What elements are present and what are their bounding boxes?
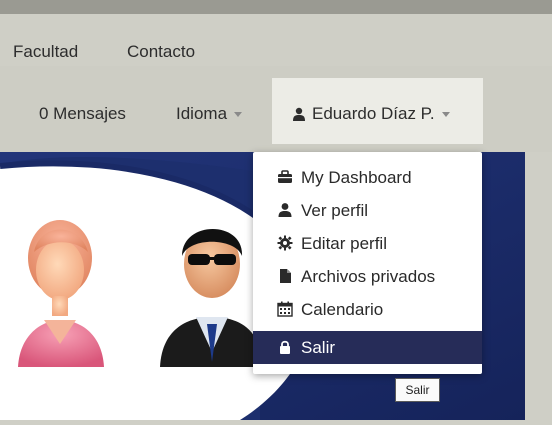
user-name: Eduardo Díaz P. <box>312 104 435 123</box>
menu-item-calendario[interactable]: Calendario <box>253 293 482 326</box>
menu-item-label: My Dashboard <box>301 168 412 187</box>
menu-item-label: Salir <box>301 338 336 357</box>
nav-link-facultad[interactable]: Facultad <box>13 42 78 62</box>
chevron-down-icon <box>441 112 450 118</box>
user-menu-toggle[interactable]: Eduardo Díaz P. <box>272 78 483 144</box>
file-icon <box>280 269 291 283</box>
chevron-down-icon <box>234 112 243 118</box>
cog-icon <box>277 235 293 251</box>
user-icon <box>278 203 292 217</box>
menu-item-label: Ver perfil <box>301 201 369 220</box>
menu-item-dashboard[interactable]: My Dashboard <box>253 161 482 194</box>
language-dropdown[interactable]: Idioma <box>176 104 243 124</box>
user-icon <box>293 107 305 121</box>
tooltip: Salir <box>395 378 440 402</box>
menu-item-editar-perfil[interactable]: Editar perfil <box>253 227 482 260</box>
menu-item-label: Calendario <box>301 300 384 319</box>
messages-link[interactable]: 0 Mensajes <box>39 104 126 124</box>
menu-item-label: Editar perfil <box>301 234 387 253</box>
calendar-icon <box>277 301 293 317</box>
nav-link-contacto[interactable]: Contacto <box>127 42 195 62</box>
language-label: Idioma <box>176 104 228 123</box>
top-strip <box>0 0 552 14</box>
primary-nav: Facultad Contacto <box>0 14 552 66</box>
lock-icon <box>280 340 290 354</box>
menu-item-salir[interactable]: Salir <box>253 331 482 364</box>
menu-item-archivos-privados[interactable]: Archivos privados <box>253 260 482 293</box>
briefcase-icon <box>278 170 292 183</box>
menu-item-label: Archivos privados <box>301 267 436 286</box>
menu-item-ver-perfil[interactable]: Ver perfil <box>253 194 482 227</box>
user-dropdown-menu: My Dashboard Ver perfil Editar perfil Ar… <box>253 152 482 374</box>
